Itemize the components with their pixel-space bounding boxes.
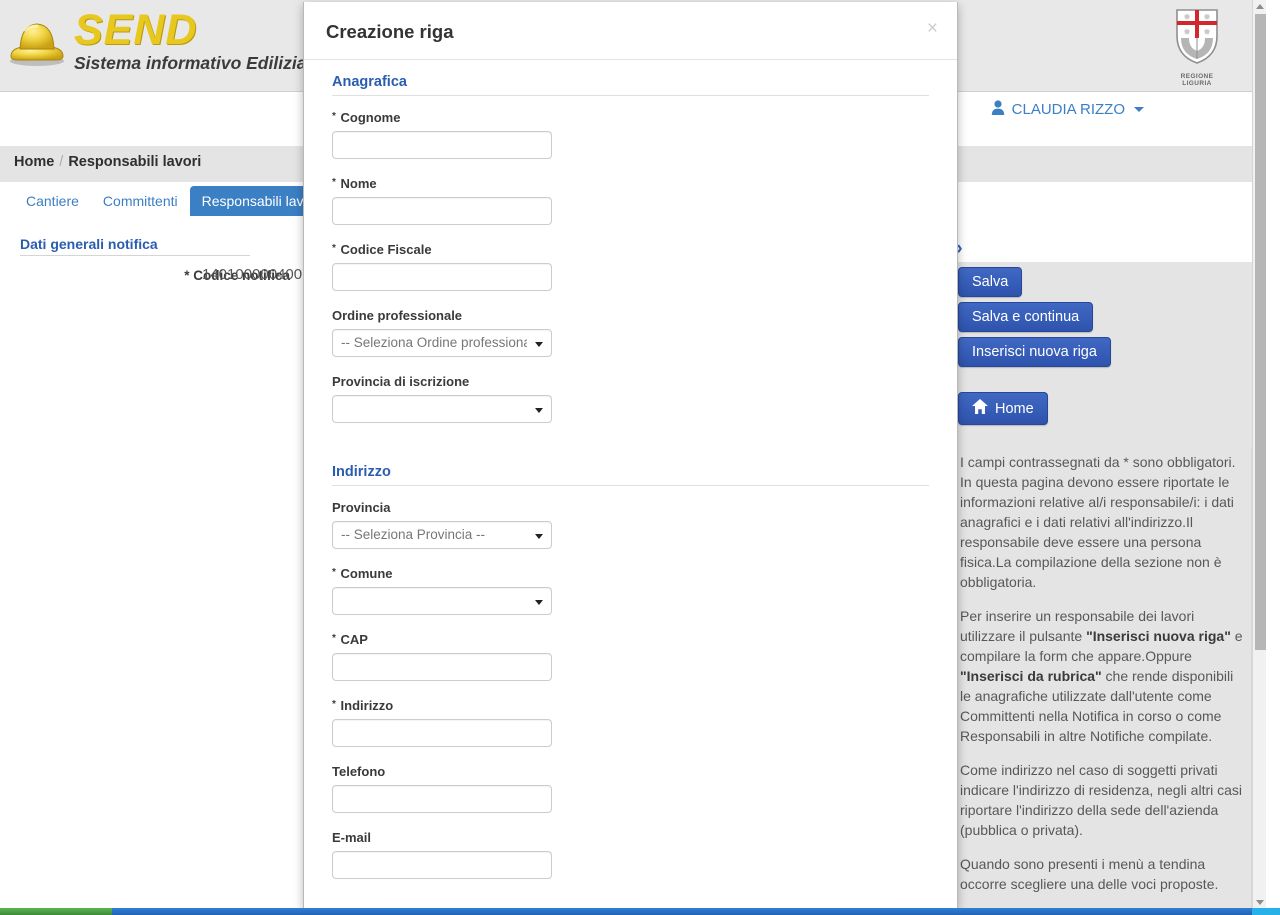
scroll-down-icon[interactable]: [1256, 900, 1264, 905]
codice-notifica-value: 140100000400: [202, 266, 303, 283]
salva-button[interactable]: Salva: [958, 267, 1023, 297]
required-marker: *: [332, 567, 336, 578]
help-panel: I campi contrassegnati da * sono obbliga…: [948, 448, 1260, 909]
breadcrumb: Home / Responsabili lavori: [14, 154, 201, 170]
cap-input[interactable]: [332, 653, 552, 681]
provincia-select[interactable]: -- Seleziona Provincia --: [332, 521, 552, 549]
required-marker: *: [332, 243, 336, 254]
salva-e-continua-button[interactable]: Salva e continua: [958, 302, 1094, 332]
breadcrumb-home[interactable]: Home: [14, 154, 54, 170]
home-button-label: Home: [995, 400, 1034, 417]
nome-label: * Nome: [332, 176, 377, 191]
field-group-codice-fiscale: * Codice Fiscale: [332, 242, 929, 291]
provincia-iscrizione-label: Provincia di iscrizione: [332, 374, 470, 389]
help-paragraph: Come indirizzo nel caso di soggetti priv…: [960, 762, 1243, 838]
regione-liguria-logo: ✹ ✹ ✹ ✹ REGIONE LIGURIA: [1166, 8, 1228, 87]
field-group-comune: * Comune: [332, 566, 929, 615]
comune-label: * Comune: [332, 566, 393, 581]
modal-title: Creazione riga: [326, 21, 454, 42]
brand-logo[interactable]: SEND Sistema informativo Edilizia: [8, 8, 306, 73]
user-name: CLAUDIA RIZZO: [1011, 101, 1125, 118]
telefono-label: Telefono: [332, 764, 386, 779]
scroll-up-icon[interactable]: [1256, 4, 1264, 9]
ordine-professionale-selected-value: -- Seleziona Ordine professional: [341, 335, 527, 350]
os-taskbar: [0, 908, 1280, 915]
svg-text:✹: ✹: [1203, 12, 1211, 22]
breadcrumb-current: Responsabili lavori: [68, 154, 202, 170]
chevron-down-icon: [535, 408, 543, 413]
help-paragraph: Quando sono presenti i menù a tendina oc…: [960, 856, 1219, 892]
field-group-telefono: Telefono: [332, 764, 929, 813]
field-group-provincia-iscrizione: Provincia di iscrizione: [332, 374, 929, 423]
field-group-nome: * Nome: [332, 176, 929, 225]
start-button[interactable]: [0, 908, 112, 915]
help-paragraph: Per inserire un responsabile dei lavori …: [960, 608, 1243, 744]
ordine-professionale-label: Ordine professionale: [332, 308, 463, 323]
email-label: E-mail: [332, 830, 372, 845]
field-group-ordine-professionale: Ordine professionale -- Seleziona Ordine…: [332, 308, 929, 357]
breadcrumb-separator: /: [59, 154, 64, 170]
chevron-down-icon: [535, 534, 543, 539]
indirizzo-label: * Indirizzo: [332, 698, 394, 713]
region-caption: REGIONE LIGURIA: [1180, 73, 1214, 87]
tab-committenti[interactable]: Committenti: [91, 186, 190, 216]
required-marker: *: [332, 177, 336, 188]
field-group-cognome: * Cognome: [332, 110, 929, 159]
svg-text:✹: ✹: [1183, 27, 1191, 37]
chevron-down-icon: [535, 342, 543, 347]
field-group-indirizzo: * Indirizzo: [332, 698, 929, 747]
brand-subtitle: Sistema informativo Edilizia: [74, 53, 307, 73]
user-icon: [991, 100, 1005, 119]
hard-hat-icon: [8, 16, 66, 68]
codice-fiscale-label: * Codice Fiscale: [332, 242, 432, 257]
modal-header: Creazione riga ×: [304, 2, 957, 60]
tab-bar: Cantiere Committenti Responsabili lavori: [14, 186, 332, 216]
section-title-indirizzo: Indirizzo: [332, 464, 929, 486]
cognome-input[interactable]: [332, 131, 552, 159]
chevron-down-icon: [1134, 107, 1144, 112]
system-tray[interactable]: [1252, 908, 1280, 915]
comune-select[interactable]: [332, 587, 552, 615]
cognome-label: * Cognome: [332, 110, 401, 125]
svg-text:✹: ✹: [1203, 27, 1211, 37]
home-button[interactable]: Home: [958, 392, 1048, 425]
browser-scrollbar-thumb[interactable]: [1255, 14, 1266, 650]
modal-body: Anagrafica * Cognome * Nome * Codice Fis…: [304, 60, 957, 879]
field-group-cap: * CAP: [332, 632, 929, 681]
cap-label: * CAP: [332, 632, 368, 647]
field-group-provincia: Provincia -- Seleziona Provincia --: [332, 500, 929, 549]
ordine-professionale-select[interactable]: -- Seleziona Ordine professional: [332, 329, 552, 357]
required-marker: *: [332, 633, 336, 644]
required-marker: *: [332, 111, 336, 122]
section-title-anagrafica: Anagrafica: [332, 74, 929, 96]
help-paragraph: I campi contrassegnati da * sono obbliga…: [960, 454, 1236, 590]
provincia-iscrizione-select[interactable]: [332, 395, 552, 423]
nome-input[interactable]: [332, 197, 552, 225]
codice-fiscale-input[interactable]: [332, 263, 552, 291]
email-input[interactable]: [332, 851, 552, 879]
tab-cantiere[interactable]: Cantiere: [14, 186, 91, 216]
close-icon[interactable]: ×: [927, 19, 938, 38]
provincia-selected-value: -- Seleziona Provincia --: [341, 527, 486, 542]
chevron-down-icon: [535, 600, 543, 605]
house-icon: [972, 399, 988, 418]
provincia-label: Provincia: [332, 500, 391, 515]
telefono-input[interactable]: [332, 785, 552, 813]
indirizzo-input[interactable]: [332, 719, 552, 747]
page-section-title: Dati generali notifica: [20, 236, 250, 256]
user-menu[interactable]: CLAUDIA RIZZO: [991, 100, 1144, 119]
browser-scrollbar[interactable]: [1252, 0, 1266, 909]
svg-text:✹: ✹: [1183, 12, 1191, 22]
inserisci-nuova-riga-button[interactable]: Inserisci nuova riga: [958, 337, 1111, 367]
field-group-email: E-mail: [332, 830, 929, 879]
required-marker: *: [332, 699, 336, 710]
creazione-riga-modal: Creazione riga × Anagrafica * Cognome * …: [303, 2, 958, 909]
brand-name: SEND: [74, 6, 198, 54]
